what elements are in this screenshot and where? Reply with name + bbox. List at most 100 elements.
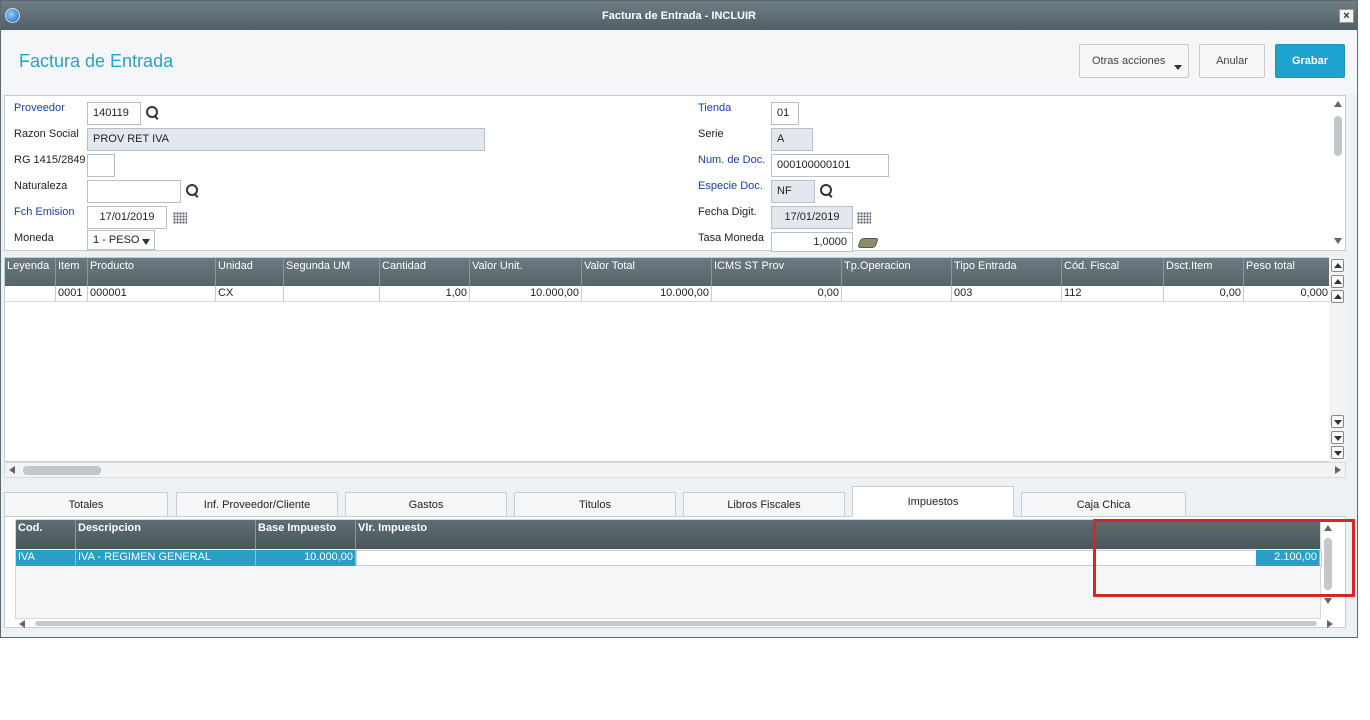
tienda-label: Tienda bbox=[698, 102, 732, 114]
razon-social-input[interactable]: PROV RET IVA bbox=[87, 128, 485, 151]
scroll-left-icon[interactable] bbox=[19, 620, 25, 628]
tab-libros-fiscales[interactable]: Libros Fiscales bbox=[683, 492, 845, 517]
col-leyenda[interactable]: Leyenda bbox=[5, 258, 56, 286]
scroll-thumb[interactable] bbox=[1334, 116, 1342, 156]
currency-icon[interactable] bbox=[857, 238, 879, 248]
proveedor-label: Proveedor bbox=[14, 102, 65, 114]
proveedor-input[interactable]: 140119 bbox=[87, 102, 141, 125]
fecha-digit-label: Fecha Digit. bbox=[698, 206, 757, 218]
scroll-thumb[interactable] bbox=[35, 621, 1317, 626]
scroll-right-icon[interactable] bbox=[1335, 466, 1341, 474]
cell-unidad[interactable]: CX bbox=[216, 286, 284, 302]
scroll-left-icon[interactable] bbox=[9, 466, 15, 474]
moneda-label: Moneda bbox=[14, 232, 54, 244]
rg-input[interactable] bbox=[87, 154, 115, 177]
col-cantidad[interactable]: Cantidad bbox=[380, 258, 470, 286]
serie-input[interactable]: A bbox=[771, 128, 813, 151]
col-unidad[interactable]: Unidad bbox=[216, 258, 284, 286]
cell-cod-fiscal[interactable]: 112 bbox=[1062, 286, 1164, 302]
tienda-input[interactable]: 01 bbox=[771, 102, 799, 125]
tab-caja-chica[interactable]: Caja Chica bbox=[1021, 492, 1186, 517]
col-item[interactable]: Item bbox=[56, 258, 88, 286]
scroll-up-icon[interactable] bbox=[1334, 101, 1342, 107]
col-segunda-um[interactable]: Segunda UM bbox=[284, 258, 380, 286]
cell-item[interactable]: 0001 bbox=[56, 286, 88, 302]
col-cod[interactable]: Cod. bbox=[16, 520, 76, 549]
num-doc-label: Num. de Doc. bbox=[698, 154, 766, 166]
col-valor-unit[interactable]: Valor Unit. bbox=[470, 258, 582, 286]
tab-inf-proveedor-cliente[interactable]: Inf. Proveedor/Cliente bbox=[176, 492, 338, 517]
col-tipo-entrada[interactable]: Tipo Entrada bbox=[952, 258, 1062, 286]
scroll-down-icon[interactable] bbox=[1334, 238, 1342, 244]
highlight-annotation bbox=[1093, 519, 1355, 597]
tab-titulos[interactable]: Titulos bbox=[514, 492, 676, 517]
more-actions-label: Otras acciones bbox=[1092, 55, 1166, 67]
more-actions-button[interactable]: Otras acciones bbox=[1079, 44, 1189, 78]
page-down-icon[interactable] bbox=[1331, 431, 1344, 444]
page-title: Factura de Entrada bbox=[19, 51, 174, 71]
naturaleza-input[interactable] bbox=[87, 180, 181, 203]
cancel-button[interactable]: Anular bbox=[1199, 44, 1265, 78]
moneda-selected: 1 - PESO bbox=[93, 234, 140, 246]
table-row[interactable]: 0001 000001 CX 1,00 10.000,00 10.000,00 … bbox=[5, 286, 1329, 302]
cell-leyenda[interactable] bbox=[5, 286, 56, 302]
tab-totales[interactable]: Totales bbox=[4, 492, 168, 517]
scroll-down-icon[interactable] bbox=[1324, 598, 1332, 604]
cell-descripcion[interactable]: IVA - REGIMEN GENERAL bbox=[76, 550, 256, 566]
col-producto[interactable]: Producto bbox=[88, 258, 216, 286]
tasa-input[interactable]: 1,0000 bbox=[771, 232, 853, 252]
items-grid-header: Leyenda Item Producto Unidad Segunda UM … bbox=[5, 258, 1329, 286]
calendar-icon[interactable] bbox=[173, 212, 187, 224]
save-button[interactable]: Grabar bbox=[1275, 44, 1345, 78]
cell-cantidad[interactable]: 1,00 bbox=[380, 286, 470, 302]
serie-label: Serie bbox=[698, 128, 724, 140]
search-icon[interactable] bbox=[820, 184, 834, 198]
especie-label: Especie Doc. bbox=[698, 180, 763, 192]
form-scrollbar[interactable] bbox=[1332, 98, 1344, 248]
col-peso-total[interactable]: Peso total bbox=[1244, 258, 1329, 286]
tab-gastos[interactable]: Gastos bbox=[345, 492, 507, 517]
calendar-icon[interactable] bbox=[857, 212, 871, 224]
items-grid: Leyenda Item Producto Unidad Segunda UM … bbox=[4, 257, 1330, 462]
row-up-icon[interactable] bbox=[1331, 290, 1344, 303]
col-valor-total[interactable]: Valor Total bbox=[582, 258, 712, 286]
cell-tipo-entrada[interactable]: 003 bbox=[952, 286, 1062, 302]
col-descripcion[interactable]: Descripcion bbox=[76, 520, 256, 549]
cell-dsct-item[interactable]: 0,00 bbox=[1164, 286, 1244, 302]
fch-emision-label: Fch Emision bbox=[14, 206, 75, 218]
page-up-icon[interactable] bbox=[1331, 275, 1344, 288]
col-base-impuesto[interactable]: Base Impuesto bbox=[256, 520, 356, 549]
items-grid-hscrollbar[interactable] bbox=[4, 462, 1346, 478]
col-cod-fiscal[interactable]: Cód. Fiscal bbox=[1062, 258, 1164, 286]
cell-valor-unit[interactable]: 10.000,00 bbox=[470, 286, 582, 302]
tab-impuestos[interactable]: Impuestos bbox=[852, 486, 1014, 517]
search-icon[interactable] bbox=[146, 106, 160, 120]
close-icon[interactable]: × bbox=[1339, 9, 1354, 23]
scroll-right-icon[interactable] bbox=[1327, 620, 1333, 628]
num-doc-input[interactable]: 000100000101 bbox=[771, 154, 889, 177]
last-row-icon[interactable] bbox=[1331, 446, 1344, 459]
tax-grid-hscrollbar[interactable] bbox=[15, 619, 1337, 628]
col-dsct-item[interactable]: Dsct.Item bbox=[1164, 258, 1244, 286]
cell-segunda-um[interactable] bbox=[284, 286, 380, 302]
especie-input[interactable]: NF bbox=[771, 180, 815, 203]
row-down-icon[interactable] bbox=[1331, 415, 1344, 428]
search-icon[interactable] bbox=[186, 184, 200, 198]
chevron-down-icon bbox=[142, 239, 150, 245]
fecha-digit-input[interactable]: 17/01/2019 bbox=[771, 206, 853, 229]
cell-base-impuesto[interactable]: 10.000,00 bbox=[256, 550, 356, 566]
col-icms-st-prov[interactable]: ICMS ST Prov bbox=[712, 258, 842, 286]
fch-emision-input[interactable]: 17/01/2019 bbox=[87, 206, 167, 229]
cell-valor-total[interactable]: 10.000,00 bbox=[582, 286, 712, 302]
moneda-select[interactable]: 1 - PESO bbox=[87, 230, 155, 250]
naturaleza-label: Naturaleza bbox=[14, 180, 68, 192]
cell-producto[interactable]: 000001 bbox=[88, 286, 216, 302]
scroll-thumb[interactable] bbox=[23, 466, 101, 475]
cell-cod[interactable]: IVA bbox=[16, 550, 76, 566]
cell-tp-operacion[interactable] bbox=[842, 286, 952, 302]
cell-peso-total[interactable]: 0,000 bbox=[1244, 286, 1329, 302]
col-tp-operacion[interactable]: Tp.Operacion bbox=[842, 258, 952, 286]
window-title: Factura de Entrada - INCLUIR bbox=[601, 10, 757, 22]
cell-icms-st-prov[interactable]: 0,00 bbox=[712, 286, 842, 302]
first-row-icon[interactable] bbox=[1331, 259, 1344, 272]
